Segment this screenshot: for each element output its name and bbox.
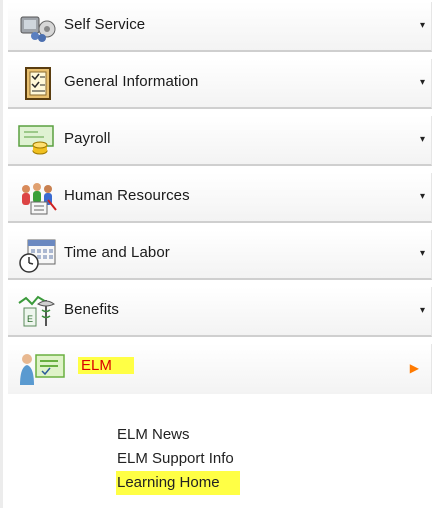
menu-left-border bbox=[0, 0, 3, 508]
human-resources-icon bbox=[22, 183, 57, 215]
submenu-link-elm-news[interactable]: ELM News bbox=[117, 423, 240, 447]
chevron-down-icon[interactable]: ▾ bbox=[420, 305, 425, 316]
menu-item-label: Benefits bbox=[64, 301, 119, 318]
menu-item-time-and-labor[interactable]: Time and Labor ▾ bbox=[8, 230, 432, 280]
svg-text:E: E bbox=[27, 314, 33, 324]
menu-item-label: Payroll bbox=[64, 130, 111, 147]
menu-item-self-service[interactable]: Self Service ▾ bbox=[8, 2, 432, 52]
chevron-down-icon[interactable]: ▾ bbox=[420, 248, 425, 259]
menu-item-label: General Information bbox=[64, 73, 199, 90]
menu-item-payroll[interactable]: Payroll ▾ bbox=[8, 116, 432, 166]
submenu-link-learning-home[interactable]: Learning Home bbox=[116, 471, 240, 495]
submenu-link-elm-support-info[interactable]: ELM Support Info bbox=[117, 447, 240, 471]
benefits-icon: E bbox=[18, 295, 55, 327]
menu-item-general-information[interactable]: General Information ▾ bbox=[8, 59, 432, 109]
time-and-labor-icon bbox=[19, 239, 56, 273]
elm-submenu: ELM News ELM Support Info Learning Home bbox=[116, 423, 240, 495]
chevron-down-icon[interactable]: ▾ bbox=[420, 20, 425, 31]
payroll-icon bbox=[18, 125, 54, 155]
menu-item-elm[interactable]: ELM ▶ bbox=[8, 344, 432, 394]
chevron-down-icon[interactable]: ▾ bbox=[420, 134, 425, 145]
chevron-down-icon[interactable]: ▾ bbox=[420, 77, 425, 88]
self-service-icon bbox=[20, 16, 56, 42]
menu-item-human-resources[interactable]: Human Resources ▾ bbox=[8, 173, 432, 223]
menu-item-benefits[interactable]: E Benefits ▾ bbox=[8, 287, 432, 337]
menu-item-label: Self Service bbox=[64, 16, 146, 33]
navigation-menu: Self Service ▾ General Information ▾ Pay… bbox=[0, 0, 438, 508]
expanded-arrow-icon[interactable]: ▶ bbox=[410, 361, 419, 375]
general-information-icon bbox=[25, 67, 51, 100]
menu-item-label: Time and Labor bbox=[64, 244, 170, 261]
elm-icon bbox=[20, 354, 65, 385]
menu-item-label: ELM bbox=[78, 357, 134, 374]
chevron-down-icon[interactable]: ▾ bbox=[420, 191, 425, 202]
menu-item-label: Human Resources bbox=[64, 187, 190, 204]
